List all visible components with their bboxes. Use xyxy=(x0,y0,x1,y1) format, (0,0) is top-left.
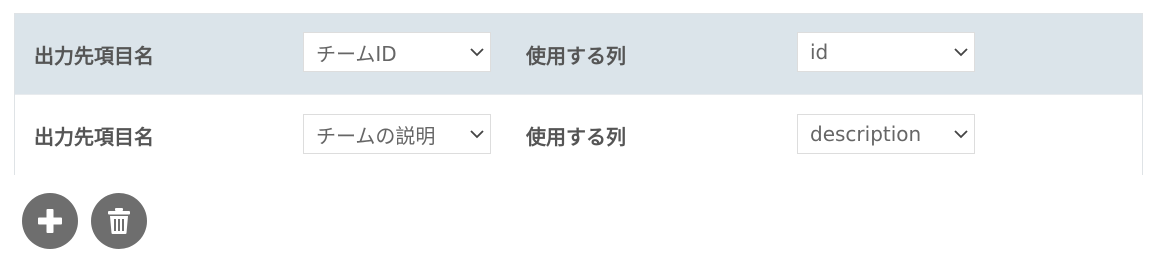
add-row-button[interactable] xyxy=(22,193,78,249)
source-column-label: 使用する列 xyxy=(526,124,626,149)
source-column-value: id xyxy=(810,40,829,64)
target-field-select[interactable]: チームの説明 xyxy=(303,114,491,154)
source-column-value: description xyxy=(810,122,922,146)
mapping-row: 出力先項目名 チームID 使用する列 id xyxy=(15,14,1142,94)
trash-icon xyxy=(108,208,130,234)
chevron-down-icon xyxy=(948,115,974,153)
delete-row-button[interactable] xyxy=(91,193,147,249)
target-field-label: 出力先項目名 xyxy=(34,43,154,68)
target-field-value: チームID xyxy=(316,41,397,66)
chevron-down-icon xyxy=(464,33,490,71)
target-field-select[interactable]: チームID xyxy=(303,32,491,72)
source-column-select[interactable]: id xyxy=(797,32,975,72)
target-field-label: 出力先項目名 xyxy=(34,124,154,149)
source-column-select[interactable]: description xyxy=(797,114,975,154)
chevron-down-icon xyxy=(464,115,490,153)
column-mapping-table: 出力先項目名 チームID 使用する列 id 出力先項目名 チームの説明 使用する… xyxy=(14,13,1143,175)
target-field-value: チームの説明 xyxy=(316,123,436,148)
source-column-label: 使用する列 xyxy=(526,43,626,68)
mapping-row: 出力先項目名 チームの説明 使用する列 description xyxy=(15,94,1142,175)
chevron-down-icon xyxy=(948,33,974,71)
plus-icon xyxy=(38,209,62,233)
